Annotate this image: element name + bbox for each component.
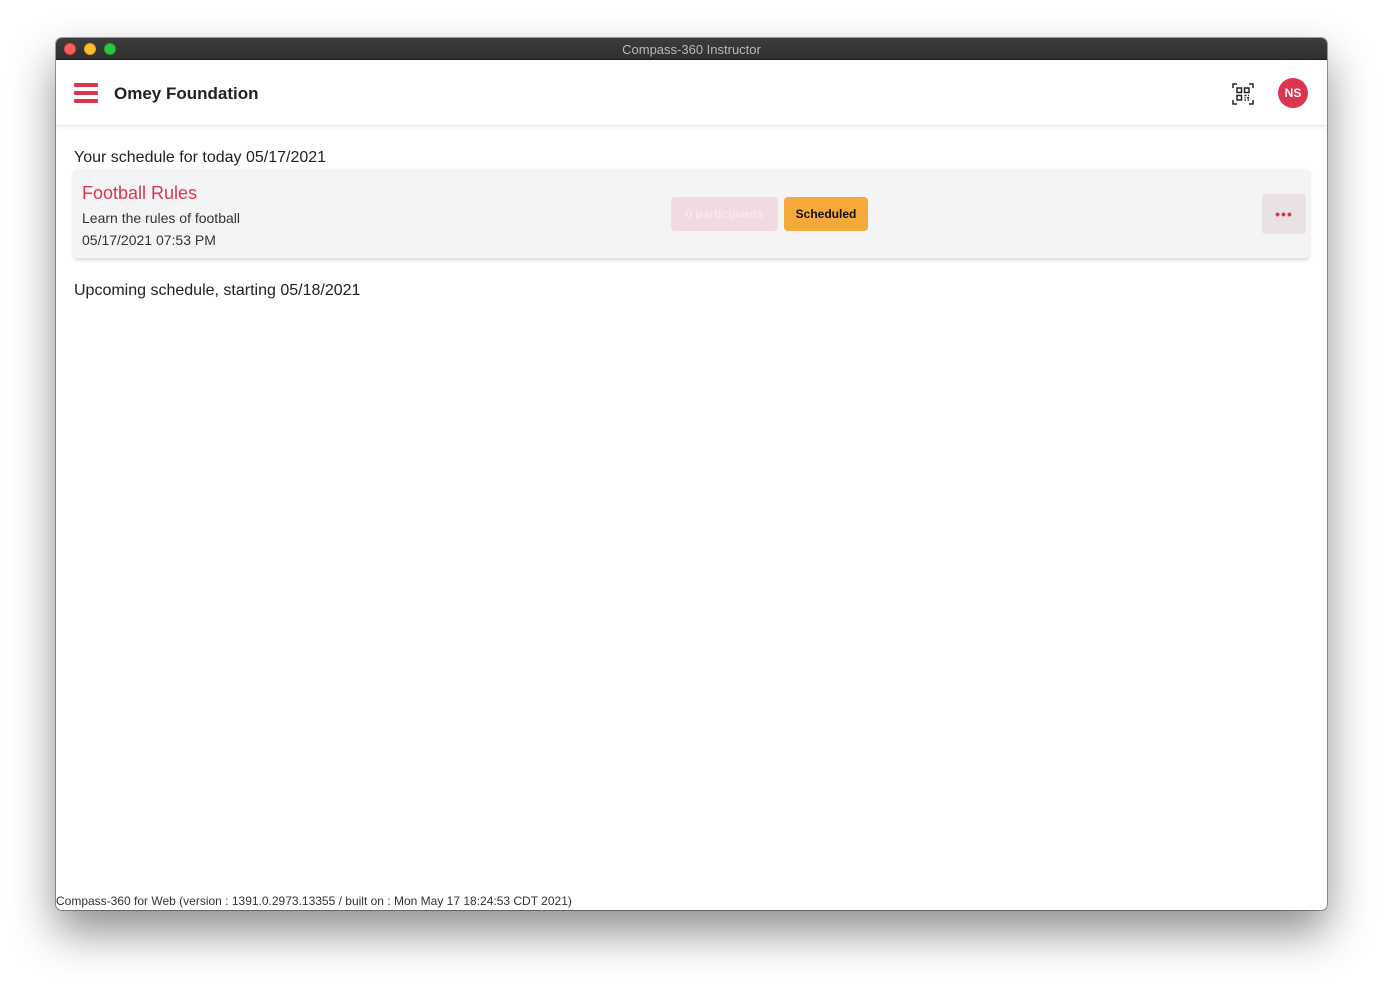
desktop-background: Compass-360 Instructor Omey Foundation N… xyxy=(0,0,1383,985)
version-footer: Compass-360 for Web (version : 1391.0.29… xyxy=(56,894,572,908)
event-datetime: 05/17/2021 07:53 PM xyxy=(82,232,216,248)
upcoming-schedule-title: Upcoming schedule, starting 05/18/2021 xyxy=(74,282,361,299)
window-title: Compass-360 Instructor xyxy=(622,42,761,57)
participants-badge: 0 participants xyxy=(671,197,778,231)
organization-name: Omey Foundation xyxy=(114,84,259,103)
today-schedule-title: Your schedule for today 05/17/2021 xyxy=(74,149,327,166)
qr-code-scan-icon[interactable] xyxy=(1232,83,1254,105)
event-title[interactable]: Football Rules xyxy=(82,183,197,204)
event-description: Learn the rules of football xyxy=(82,210,240,226)
user-avatar[interactable]: NS xyxy=(1278,78,1308,108)
more-options-button[interactable]: ••• xyxy=(1262,194,1306,234)
status-badge: Scheduled xyxy=(784,197,868,231)
hamburger-icon[interactable] xyxy=(74,83,98,103)
app-window: Compass-360 Instructor Omey Foundation N… xyxy=(56,38,1327,910)
app-header: Omey Foundation NS xyxy=(56,60,1327,126)
title-bar: Compass-360 Instructor xyxy=(56,38,1327,60)
event-card: Football Rules Learn the rules of footba… xyxy=(74,169,1309,258)
